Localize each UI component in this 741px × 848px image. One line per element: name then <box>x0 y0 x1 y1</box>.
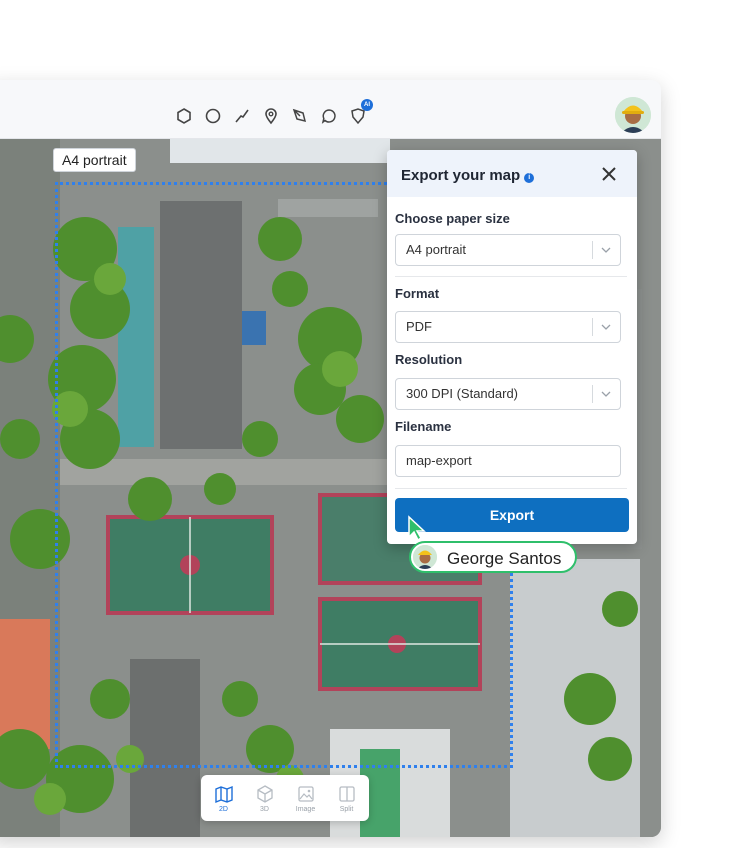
filename-input[interactable]: map-export <box>395 445 621 477</box>
polygon-icon[interactable] <box>173 105 195 127</box>
split-icon <box>338 785 355 802</box>
cube-icon <box>256 784 273 803</box>
close-button[interactable] <box>599 164 619 184</box>
pin-icon[interactable] <box>260 105 282 127</box>
line-icon[interactable] <box>231 105 253 127</box>
format-select[interactable]: PDF <box>395 311 621 343</box>
export-panel-title: Export your map i <box>401 167 535 184</box>
export-button[interactable]: Export <box>395 498 629 532</box>
comment-icon[interactable] <box>318 105 340 127</box>
select-separator <box>592 385 593 403</box>
circle-icon[interactable] <box>202 105 224 127</box>
resolution-select[interactable]: 300 DPI (Standard) <box>395 378 621 410</box>
divider <box>395 276 627 277</box>
filename-field-label: Filename <box>395 419 452 434</box>
select-separator <box>592 318 593 336</box>
paper-size-value: A4 portrait <box>406 242 466 257</box>
image-icon <box>297 785 314 802</box>
view-split-label: Split <box>339 805 354 813</box>
paper-size-select[interactable]: A4 portrait <box>395 234 621 266</box>
drawing-toolbar: AI <box>0 80 661 139</box>
resolution-value: 300 DPI (Standard) <box>406 386 519 401</box>
collaborator-avatar <box>413 545 437 569</box>
select-separator <box>592 241 593 259</box>
view-mode-toggle: 2D 3D Image Split <box>201 775 369 821</box>
map-icon <box>214 785 233 803</box>
view-split-button[interactable]: Split <box>328 779 365 817</box>
view-2d-label: 2D <box>219 805 228 813</box>
collaborator-chip: George Santos <box>409 541 577 573</box>
view-2d-button[interactable]: 2D <box>205 779 242 817</box>
chevron-down-icon <box>601 247 611 253</box>
info-icon[interactable]: i <box>524 172 535 183</box>
paper-size-field-label: Choose paper size <box>395 211 510 226</box>
export-panel: Export your map i Choose paper size A4 po… <box>387 150 637 544</box>
chevron-down-icon <box>601 324 611 330</box>
pen-icon[interactable] <box>289 105 311 127</box>
collaborator-cursor-icon <box>408 515 426 541</box>
view-3d-label: 3D <box>260 805 269 813</box>
ai-badge: AI <box>361 99 373 111</box>
close-icon <box>602 167 616 181</box>
filename-value: map-export <box>406 453 472 468</box>
export-panel-header: Export your map i <box>387 150 637 197</box>
format-value: PDF <box>406 319 432 334</box>
avatar[interactable] <box>615 97 651 133</box>
view-image-label: Image <box>295 805 316 813</box>
resolution-field-label: Resolution <box>395 352 463 367</box>
format-field-label: Format <box>395 286 440 301</box>
ai-shield-icon[interactable]: AI <box>347 99 373 127</box>
tool-group: AI <box>173 99 373 127</box>
view-3d-button[interactable]: 3D <box>246 779 283 817</box>
chevron-down-icon <box>601 391 611 397</box>
view-image-button[interactable]: Image <box>287 779 324 817</box>
divider <box>395 488 627 489</box>
paper-size-label: A4 portrait <box>53 148 136 172</box>
collaborator-name: George Santos <box>447 549 562 568</box>
